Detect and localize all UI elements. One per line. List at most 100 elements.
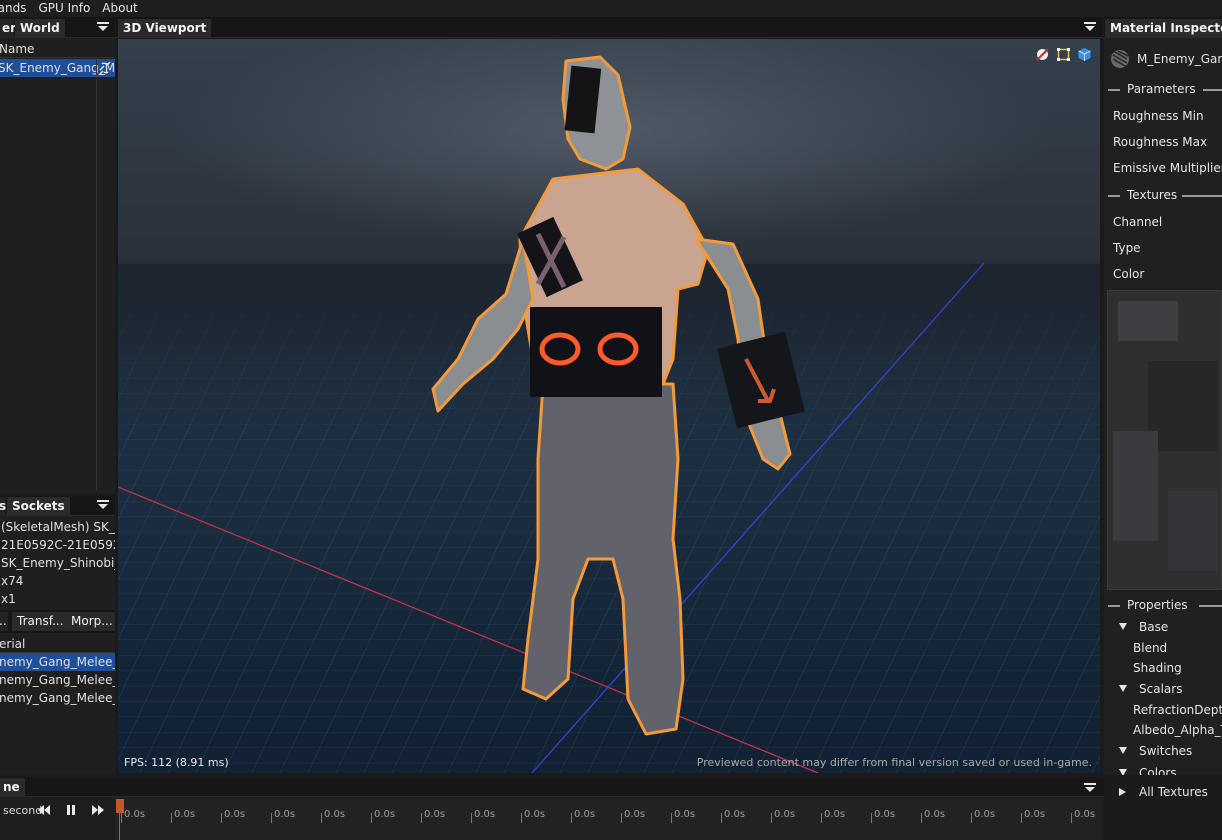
- fps-counter: FPS: 112 (8.91 ms): [124, 756, 229, 769]
- tree-colors-label: Colors: [1139, 766, 1177, 775]
- world-tabbar: er World: [0, 17, 115, 38]
- material-list-item[interactable]: nemy_Gang_Melee_Up: [0, 671, 115, 689]
- expanded-icon: [1119, 769, 1127, 775]
- timeline-tick-label: 0.0s: [620, 809, 646, 823]
- info-line: x1: [1, 592, 16, 606]
- timeline-tick-label: 0.0s: [1070, 809, 1096, 823]
- timeline-tick-label: 0.0s: [370, 809, 396, 823]
- expanded-icon: [1119, 685, 1127, 692]
- timeline-tick-label: 0.0s: [870, 809, 896, 823]
- texture-blotch: [1148, 361, 1218, 451]
- tree-refraction-depth[interactable]: RefractionDepthI: [1133, 703, 1222, 717]
- cube-icon[interactable]: [1077, 47, 1092, 62]
- tree-scalars-label: Scalars: [1139, 682, 1183, 696]
- tree-scalars[interactable]: Scalars: [1119, 682, 1182, 696]
- timeline-tick-label: 0.0s: [320, 809, 346, 823]
- tab-sockets[interactable]: Sockets: [7, 497, 70, 516]
- parameters-section[interactable]: Parameters: [1108, 82, 1222, 96]
- section-divider: [1182, 195, 1222, 197]
- sockets-menu-icon[interactable]: [97, 500, 109, 510]
- viewport-tabbar: 3D Viewport: [116, 17, 1102, 38]
- name-column-header[interactable]: Name: [0, 40, 114, 58]
- material-column-header[interactable]: erial: [0, 635, 114, 653]
- texture-preview[interactable]: [1107, 290, 1222, 590]
- tab-material-inspector[interactable]: Material Inspector: [1105, 19, 1222, 38]
- timeline-tick-label: 0.0s: [920, 809, 946, 823]
- tab-explorer[interactable]: er: [0, 19, 16, 38]
- subtab-bar: .. Transf... Morp...: [0, 610, 115, 633]
- section-divider: [1199, 605, 1222, 607]
- timeline-menu-icon[interactable]: [1084, 783, 1096, 793]
- texture-color-label: Color: [1113, 267, 1145, 281]
- subtab-morphs[interactable]: Morp...: [66, 612, 115, 631]
- timeline-tick-label: 0.0s: [520, 809, 546, 823]
- param-roughness-min: Roughness Min: [1113, 109, 1204, 123]
- timeline-track[interactable]: 0.0s 0.0s 0.0s 0.0s 0.0s 0.0s 0.0s 0.0s 0.0s 0.0s…: [116, 799, 1102, 840]
- tree-colors[interactable]: Colors: [1119, 766, 1177, 775]
- world-tree-item[interactable]: SK_Enemy_Gang_M: [0, 59, 115, 77]
- material-inspector-panel: Material Inspector M_Enemy_Gang Paramete…: [1104, 17, 1222, 775]
- timeline-tick-label: 0.0s: [1020, 809, 1046, 823]
- tree-shading[interactable]: Shading: [1133, 661, 1182, 675]
- rewind-icon[interactable]: [38, 805, 50, 815]
- timeline-tick-label: 0.0s: [820, 809, 846, 823]
- inspector-tabbar: Material Inspector: [1104, 17, 1222, 38]
- timeline-tick-label: 0.0s: [970, 809, 996, 823]
- param-roughness-max: Roughness Max: [1113, 135, 1208, 149]
- sockets-tabbar: s Sockets: [0, 495, 115, 516]
- material-list-item[interactable]: nemy_Gang_Melee_He: [0, 689, 115, 707]
- unlink-icon[interactable]: [98, 62, 112, 74]
- tree-blend[interactable]: Blend: [1133, 641, 1167, 655]
- bounding-box-icon[interactable]: [1056, 47, 1071, 62]
- tab-world[interactable]: World: [15, 19, 65, 38]
- info-line: SK_Enemy_Shinobi_01: [1, 556, 115, 570]
- timeline-tick-label: 0.0s: [170, 809, 196, 823]
- playhead[interactable]: [116, 799, 124, 813]
- sockets-panel: s Sockets (SkeletalMesh) SK_Ene 21E0592C…: [0, 495, 115, 775]
- viewport-toolbar: [1035, 47, 1092, 62]
- menu-bar: nands GPU Info About: [0, 0, 1222, 17]
- section-divider: [1108, 195, 1120, 197]
- texture-blotch: [1168, 491, 1218, 571]
- timeline-tick-label: 0.0s: [270, 809, 296, 823]
- tree-albedo-alpha[interactable]: Albedo_Alpha_To: [1133, 723, 1222, 737]
- texture-channel-label: Channel: [1113, 215, 1163, 229]
- tree-switches[interactable]: Switches: [1119, 744, 1192, 758]
- tab-timeline[interactable]: ne: [0, 778, 25, 797]
- material-list-item[interactable]: nemy_Gang_Melee_Lc: [0, 653, 115, 671]
- texture-blotch: [1118, 301, 1178, 341]
- tree-base[interactable]: Base: [1119, 620, 1168, 634]
- fast-forward-icon[interactable]: [92, 805, 104, 815]
- timeline-tick-label: 0.0s: [770, 809, 796, 823]
- tab-3d-viewport[interactable]: 3D Viewport: [118, 19, 212, 38]
- pause-icon[interactable]: [66, 805, 76, 815]
- collapsed-icon: [1119, 788, 1126, 796]
- expanded-icon: [1119, 623, 1127, 630]
- viewport-menu-icon[interactable]: [1084, 22, 1096, 32]
- playhead-line: [119, 813, 120, 840]
- subtab-transforms[interactable]: Transf...: [12, 612, 69, 631]
- seconds-label: second: [3, 804, 43, 817]
- subtab-bones[interactable]: ..: [0, 612, 8, 631]
- tree-switches-label: Switches: [1139, 744, 1193, 758]
- world-panel: er World Name SK_Enemy_Gang_M: [0, 17, 115, 493]
- textures-section[interactable]: Textures: [1108, 188, 1222, 202]
- texture-type-label: Type: [1113, 241, 1141, 255]
- info-line: 21E0592C-21E0592C-: [1, 538, 115, 552]
- tree-all-textures[interactable]: All Textures: [1119, 785, 1208, 799]
- viewport-scene[interactable]: [118, 39, 1100, 773]
- world-menu-icon[interactable]: [97, 22, 109, 32]
- menu-commands[interactable]: nands: [0, 0, 32, 17]
- world-scroll-divider[interactable]: [96, 59, 97, 491]
- menu-about[interactable]: About: [96, 0, 143, 17]
- menu-gpu-info[interactable]: GPU Info: [32, 0, 96, 17]
- preview-notice: Previewed content may differ from final …: [696, 756, 1092, 769]
- timeline-tick-label: 0.0s: [220, 809, 246, 823]
- tab-bones[interactable]: s: [0, 497, 6, 516]
- param-emissive-multiplier: Emissive Multiplier: [1113, 161, 1222, 175]
- timeline-panel: ne second 0.0s 0.0s 0.0s 0.0s 0.0s 0.0s 0.0s 0.…: [0, 777, 1104, 840]
- info-line: (SkeletalMesh) SK_Ene: [1, 520, 115, 534]
- properties-section[interactable]: Properties: [1108, 598, 1222, 612]
- timeline-tick-label: 0.0s: [720, 809, 746, 823]
- no-lighting-icon[interactable]: [1035, 47, 1050, 62]
